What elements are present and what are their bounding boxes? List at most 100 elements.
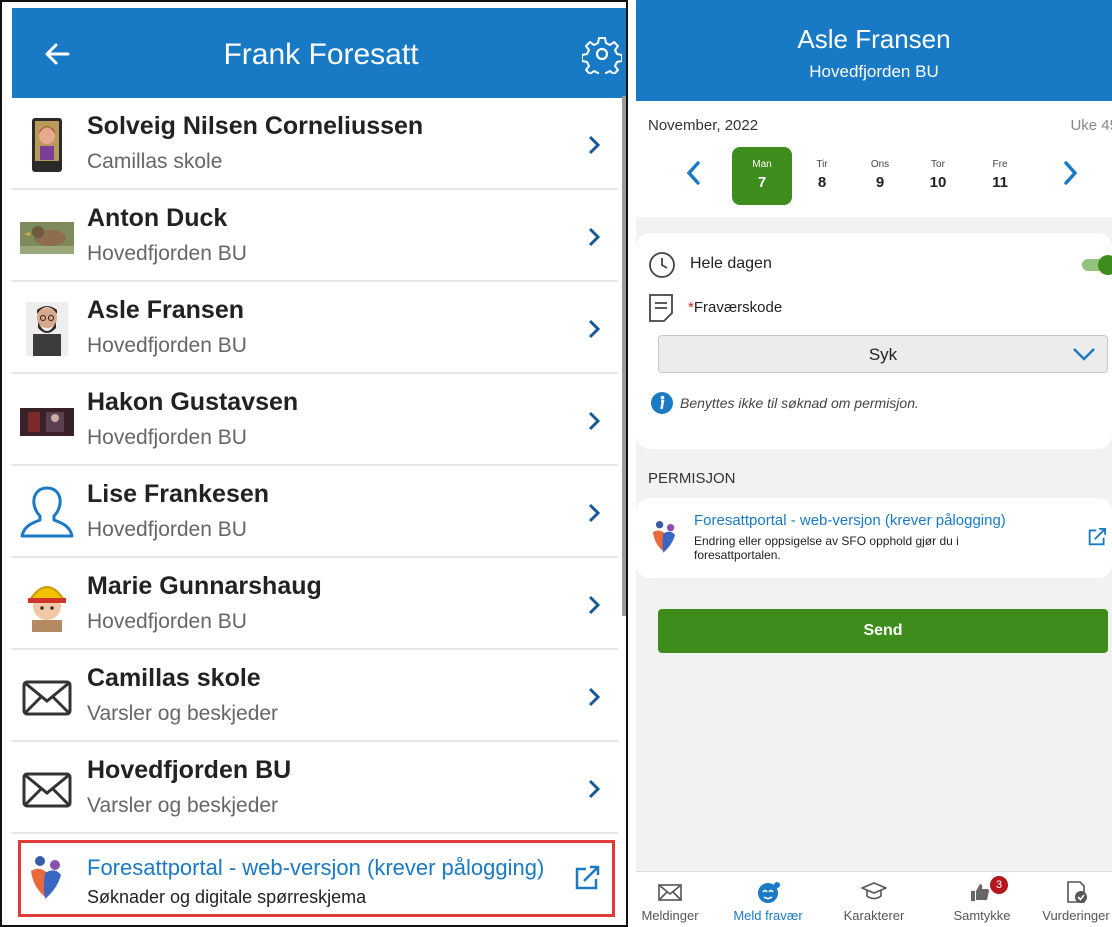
day-date: 11 [992,174,1008,191]
duck-photo [20,222,74,254]
nav-label: Meld fravær [733,908,803,923]
envelope-icon [22,772,72,808]
clock-icon [649,252,675,278]
send-button[interactable]: Send [658,609,1108,653]
contact-name: Asle Fransen [87,296,245,324]
day-date: 8 [817,174,827,191]
previous-week-icon[interactable] [684,159,704,187]
permission-portal-title: Foresattportal - web-versjon (krever pål… [694,512,1006,529]
nav-label: Samtykke [953,908,1011,923]
nav-meldinger[interactable]: Meldinger [636,872,718,927]
contact-name: Marie Gunnarshaug [87,572,322,600]
contact-name: Hovedfjorden BU [87,756,292,784]
absence-code-select[interactable]: Syk [658,335,1108,373]
nav-label: Meldinger [641,908,699,923]
contact-name: Hakon Gustavsen [87,388,299,416]
contact-row[interactable]: Hakon Gustavsen Hovedfjorden BU [12,374,618,466]
permission-heading: PERMISJON [648,470,736,487]
contact-subtitle: Varsler og beskjeder [87,794,279,817]
student-name: Asle Fransen [797,24,951,54]
day-date: 10 [929,174,947,191]
portal-title: Foresattportal - web-versjon (krever pål… [87,855,545,880]
envelope-icon [22,680,72,716]
envelope-icon [658,884,682,901]
calendar-week: Uke 45 [1070,117,1112,134]
nav-label: Karakterer [843,908,905,923]
samtykke-badge: 3 [990,876,1008,894]
calendar-day[interactable]: Fre 11 [970,147,1030,205]
absence-code-label: *Fraværskode [688,299,782,316]
calendar-day[interactable]: Tir 8 [792,147,852,205]
contact-subtitle: Hovedfjorden BU [87,426,247,449]
bottom-nav: Meldinger Meld fravær Karakterer 3 Samty… [636,871,1112,927]
chevron-right-icon [588,411,601,431]
day-date: 9 [875,174,885,191]
student-school: Hovedfjorden BU [809,62,939,81]
all-day-label: Hele dagen [690,255,772,272]
cartoon-avatar [32,118,62,172]
all-day-toggle[interactable] [1080,254,1112,276]
chevron-right-icon [588,687,601,707]
left-header: Frank Foresatt [12,8,626,98]
absence-icon [758,882,780,903]
nav-karakterer[interactable]: Karakterer [826,872,922,927]
permission-portal-link[interactable]: Foresattportal - web-versjon (krever pål… [636,498,1112,578]
nav-vurderinger[interactable]: Vurderinger [1028,872,1112,927]
chevron-right-icon [588,503,601,523]
info-text: Benyttes ikke til søknad om permisjon. [680,395,919,411]
contact-row[interactable]: Camillas skole Varsler og beskjeder [12,650,618,742]
nav-meld-fravaer[interactable]: Meld fravær [720,872,816,927]
absence-code-value: Syk [868,345,898,364]
foresattportal-logo-icon [652,521,676,553]
note-icon [649,294,673,322]
graduation-cap-icon [861,882,887,900]
contact-subtitle: Hovedfjorden BU [87,242,247,265]
hardhat-avatar [28,586,66,632]
calendar-day[interactable]: Tor 10 [908,147,968,205]
chevron-right-icon [588,135,601,155]
nav-label: Vurderinger [1042,908,1110,923]
chevron-down-icon [1073,348,1095,361]
person-outline-icon [20,486,74,538]
bearded-man-avatar [26,302,68,356]
next-week-icon[interactable] [1060,159,1080,187]
contact-subtitle: Hovedfjorden BU [87,610,247,633]
contact-name: Camillas skole [87,664,261,692]
contact-subtitle: Hovedfjorden BU [87,334,247,357]
foresattportal-link[interactable]: Foresattportal - web-versjon (krever pål… [18,840,615,917]
calendar-day[interactable]: Ons 9 [850,147,910,205]
day-name: Tir [816,159,828,170]
contact-subtitle: Varsler og beskjeder [87,702,279,725]
contact-name: Anton Duck [87,204,228,232]
day-name: Tor [931,159,945,170]
contact-row[interactable]: Lise Frankesen Hovedfjorden BU [12,466,618,558]
day-name: Man [752,159,772,170]
scrollbar[interactable] [622,96,626,616]
info-icon [651,392,673,414]
right-header: Asle Fransen Hovedfjorden BU [636,0,1112,101]
day-name: Fre [992,159,1008,170]
contact-row[interactable]: Marie Gunnarshaug Hovedfjorden BU [12,558,618,650]
contact-subtitle: Camillas skole [87,150,223,173]
contact-row[interactable]: Anton Duck Hovedfjorden BU [12,190,618,282]
day-date: 7 [757,174,767,191]
portal-subtitle: Søknader og digitale spørreskjema [87,887,367,907]
day-name: Ons [870,159,890,170]
contact-row[interactable]: Hovedfjorden BU Varsler og beskjeder [12,742,618,834]
chevron-right-icon [588,595,601,615]
photo-avatar [20,408,74,436]
calendar-month: November, 2022 [648,117,759,134]
chevron-right-icon [588,319,601,339]
foresattportal-logo-icon [31,856,61,899]
page-title: Frank Foresatt [223,38,419,71]
calendar-day[interactable]: Man 7 [732,147,792,205]
contact-name: Lise Frankesen [87,480,270,508]
contact-row[interactable]: Solveig Nilsen Corneliussen Camillas sko… [12,98,618,190]
external-link-icon [575,865,600,890]
contact-row[interactable]: Asle Fransen Hovedfjorden BU [12,282,618,374]
contact-name: Solveig Nilsen Corneliussen [87,112,424,140]
absence-form-card: Hele dagen *Fraværskode Syk Benyttes ikk… [636,233,1112,449]
absence-code-text: Fraværskode [693,299,783,316]
gear-icon[interactable] [582,34,622,74]
nav-samtykke[interactable]: 3 Samtykke [934,872,1030,927]
